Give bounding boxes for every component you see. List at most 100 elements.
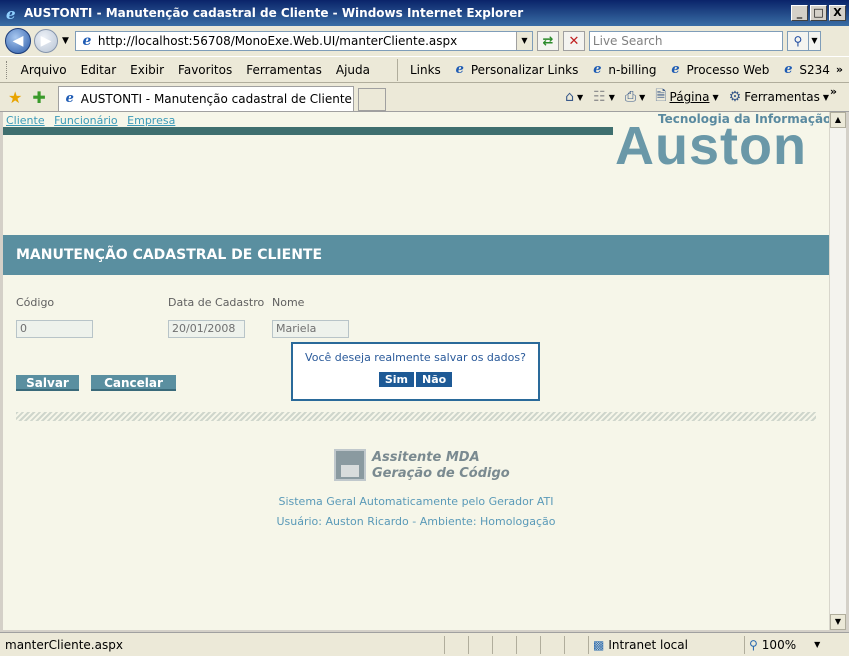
tab-title: AUSTONTI - Manutenção cadastral de Clien… bbox=[80, 92, 352, 106]
chevron-down-icon: ▼ bbox=[577, 92, 584, 102]
stop-button[interactable]: ✕ bbox=[562, 31, 585, 51]
header-divider-bar bbox=[3, 127, 613, 135]
status-cell bbox=[540, 635, 564, 654]
cancel-button[interactable]: Cancelar bbox=[91, 375, 176, 391]
confirm-dialog: Você deseja realmente salvar os dados? S… bbox=[291, 342, 540, 401]
menu-favoritos[interactable]: Favoritos bbox=[171, 63, 239, 77]
links-bar: Links e Personalizar Links e n-billing e Pr… bbox=[396, 58, 836, 81]
search-input[interactable]: Live Search bbox=[588, 31, 783, 51]
minimize-button[interactable]: _ bbox=[791, 5, 808, 21]
close-button[interactable]: X bbox=[829, 5, 846, 21]
menu-ajuda[interactable]: Ajuda bbox=[329, 63, 377, 77]
scroll-up-icon[interactable]: ▲ bbox=[830, 112, 846, 128]
refresh-button[interactable]: ⇄ bbox=[536, 31, 559, 51]
url-text[interactable]: http://localhost:56708/MonoExe.Web.UI/ma… bbox=[98, 34, 516, 48]
status-cell bbox=[516, 635, 540, 654]
page-menu-icon: 🗎 bbox=[655, 88, 667, 104]
chevron-more-icon[interactable]: » bbox=[836, 63, 843, 76]
chevron-down-icon: ▼ bbox=[822, 92, 829, 102]
arrow-left-icon: ◀ bbox=[12, 33, 24, 49]
chevron-down-icon: ▼ bbox=[814, 640, 821, 649]
address-bar-row: ◀ ▶ ▼ e http://localhost:56708/MonoExe.W… bbox=[0, 26, 849, 56]
favorites-star-icon[interactable]: ★ bbox=[8, 88, 22, 107]
nav-link-cliente[interactable]: Cliente bbox=[6, 114, 45, 127]
chevron-more-icon[interactable]: » bbox=[830, 85, 837, 98]
ie-page-icon: e bbox=[455, 61, 464, 77]
tab-active[interactable]: e AUSTONTI - Manutenção cadastral de Cli… bbox=[57, 86, 354, 111]
chevron-down-icon: ▼ bbox=[608, 92, 615, 102]
home-icon: ⌂ bbox=[565, 89, 575, 105]
tools-menu-button[interactable]: ⚙ Ferramentas ▼ bbox=[729, 89, 829, 105]
hatched-divider bbox=[16, 412, 816, 421]
confirm-question: Você deseja realmente salvar os dados? bbox=[305, 351, 526, 364]
security-zone[interactable]: ▩ Intranet local bbox=[588, 635, 744, 654]
logo-tagline: Tecnologia da Informação bbox=[658, 112, 829, 126]
search-button[interactable]: ⚲ bbox=[786, 31, 809, 51]
codigo-label: Código bbox=[16, 296, 55, 309]
page-title: MANUTENÇÃO CADASTRAL DE CLIENTE bbox=[3, 235, 829, 275]
toolbar-grip bbox=[6, 60, 8, 79]
codigo-field[interactable]: 0 bbox=[16, 320, 93, 338]
address-dropdown-icon[interactable]: ▼ bbox=[515, 32, 532, 50]
nav-link-funcionario[interactable]: Funcionário bbox=[54, 114, 118, 127]
home-button[interactable]: ⌂ ▼ bbox=[565, 89, 583, 105]
link-s234[interactable]: e S234 bbox=[775, 62, 836, 77]
status-cell bbox=[468, 635, 492, 654]
ie-page-icon: e bbox=[593, 61, 602, 77]
status-cell bbox=[444, 635, 468, 654]
command-bar: ⌂ ▼ ☷ ▼ ⎙ ▼ 🗎 Página ▼ ⚙ Ferramentas ▼ bbox=[565, 85, 829, 109]
page-menu-button[interactable]: 🗎 Página ▼ bbox=[655, 85, 718, 109]
nome-field[interactable]: Mariela bbox=[272, 320, 349, 338]
intranet-icon: ▩ bbox=[593, 637, 605, 652]
links-label: Links bbox=[409, 62, 441, 77]
data-cadastro-field[interactable]: 20/01/2008 bbox=[168, 320, 245, 338]
history-dropdown-icon[interactable]: ▼ bbox=[62, 36, 69, 46]
print-button[interactable]: ⎙ ▼ bbox=[625, 89, 645, 105]
search-dropdown-icon[interactable]: ▼ bbox=[808, 31, 821, 51]
ie-page-icon: e bbox=[671, 61, 680, 77]
confirm-yes-button[interactable]: Sim bbox=[378, 372, 414, 387]
link-personalizar[interactable]: e Personalizar Links bbox=[447, 61, 585, 77]
chevron-down-icon: ▼ bbox=[639, 92, 646, 102]
nome-label: Nome bbox=[272, 296, 305, 309]
confirm-no-button[interactable]: Não bbox=[415, 372, 453, 387]
menu-exibir[interactable]: Exibir bbox=[123, 63, 171, 77]
mda-subtitle: Geração de Código bbox=[372, 466, 510, 481]
nav-link-empresa[interactable]: Empresa bbox=[127, 114, 175, 127]
menu-arquivo[interactable]: Arquivo bbox=[14, 63, 74, 77]
zoom-control[interactable]: ⚲ 100% ▼ bbox=[744, 635, 849, 654]
save-button[interactable]: Salvar bbox=[16, 375, 79, 391]
vertical-scrollbar[interactable]: ▲ ▼ bbox=[829, 112, 846, 630]
top-nav-links: Cliente Funcionário Empresa bbox=[6, 114, 181, 127]
feeds-button[interactable]: ☷ ▼ bbox=[593, 89, 615, 105]
address-input[interactable]: e http://localhost:56708/MonoExe.Web.UI/… bbox=[74, 31, 533, 51]
link-n-billing[interactable]: e n-billing bbox=[584, 61, 662, 77]
data-cadastro-label: Data de Cadastro bbox=[168, 296, 265, 309]
rss-icon: ☷ bbox=[593, 89, 606, 105]
scroll-down-icon[interactable]: ▼ bbox=[830, 614, 846, 630]
forward-button[interactable]: ▶ bbox=[34, 29, 58, 53]
back-button[interactable]: ◀ bbox=[5, 28, 31, 54]
stop-icon: ✕ bbox=[568, 33, 580, 49]
refresh-icon: ⇄ bbox=[542, 33, 554, 49]
page-viewport: Cliente Funcionário Empresa Auston Tecno… bbox=[3, 112, 829, 630]
title-bar: e AUSTONTI - Manutenção cadastral de Cli… bbox=[0, 0, 849, 26]
status-cell bbox=[564, 635, 588, 654]
maximize-button[interactable]: □ bbox=[810, 5, 827, 21]
link-processo-web[interactable]: e Processo Web bbox=[663, 61, 776, 77]
menu-editar[interactable]: Editar bbox=[74, 63, 124, 77]
tab-bar: ★ ✚ e AUSTONTI - Manutenção cadastral de… bbox=[0, 83, 849, 112]
status-text: manterCliente.aspx bbox=[5, 637, 123, 652]
mda-title: Assitente MDA bbox=[372, 450, 480, 465]
mda-logo-icon bbox=[334, 449, 366, 481]
status-bar: manterCliente.aspx ▩ Intranet local ⚲ 10… bbox=[0, 632, 849, 656]
menu-bar: Arquivo Editar Exibir Favoritos Ferramen… bbox=[0, 56, 849, 83]
gear-icon: ⚙ bbox=[728, 89, 742, 105]
search-icon: ⚲ bbox=[793, 34, 803, 48]
status-cell bbox=[492, 635, 516, 654]
add-favorite-icon[interactable]: ✚ bbox=[32, 88, 45, 107]
new-tab-button[interactable] bbox=[357, 88, 386, 111]
zoom-icon: ⚲ bbox=[749, 637, 758, 652]
page-icon: e bbox=[82, 33, 92, 49]
menu-ferramentas[interactable]: Ferramentas bbox=[239, 63, 329, 77]
